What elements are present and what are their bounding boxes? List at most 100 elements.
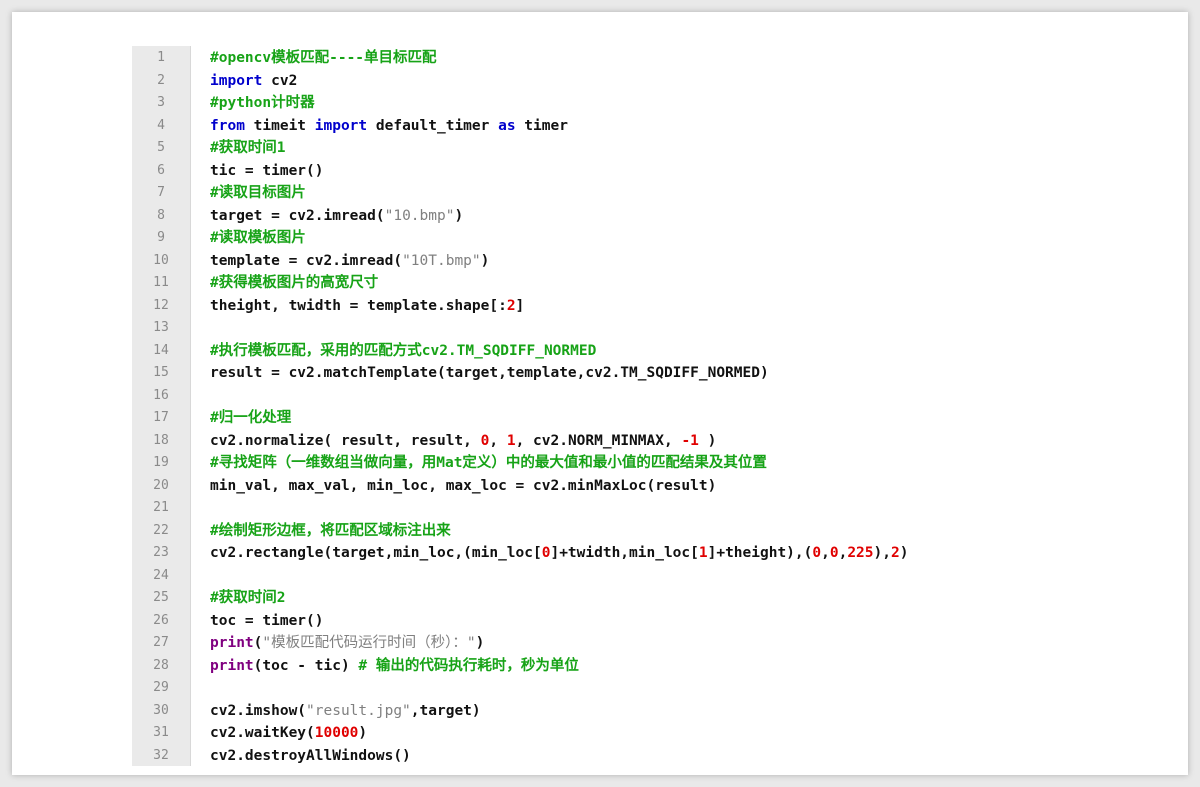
code-token: #绘制矩形边框，将匹配区域标注出来 [210,522,451,539]
code-line[interactable]: 12 theight, twidth = template.shape[:2] [132,295,1112,318]
code-token: min_val, max_val, min_loc, max_loc = cv2… [210,477,717,494]
code-token: ) [698,432,717,449]
line-number: 7 [157,185,165,200]
code-line[interactable]: 21 [132,497,1112,520]
code-line[interactable]: 2 import cv2 [132,70,1112,93]
code-line[interactable]: 20 min_val, max_val, min_loc, max_loc = c… [132,475,1112,498]
line-number: 6 [157,162,165,178]
code-line[interactable]: 5 #获取时间1 [132,137,1112,160]
code-line[interactable]: 15 result = cv2.matchTemplate(target,temp… [132,362,1112,385]
code-lines: 1 #opencv模板匹配----单目标匹配 2 import cv2 3 #python… [132,47,1112,767]
code-line[interactable]: 24 [132,565,1112,588]
code-token: timeit [244,117,315,134]
code-text: cv2.imshow("result.jpg",target) [210,700,481,723]
code-line[interactable]: 32 cv2.destroyAllWindows() [132,745,1112,768]
code-token: #归一化处理 [210,410,292,426]
code-line[interactable]: 4 from timeit import default_timer as tim… [132,115,1112,138]
code-line[interactable]: 3 #python计时器 [132,92,1112,115]
code-token: 2 [506,297,516,314]
code-token: # 输出的代码执行耗时，秒为单位 [358,657,579,674]
code-token: #获取时间1 [210,140,286,156]
line-number: 9 [157,230,165,245]
code-token: ] [515,297,525,314]
code-token: toc = timer() [210,612,324,629]
code-editor[interactable]: 1 #opencv模板匹配----单目标匹配 2 import cv2 3 #python… [132,46,1112,766]
code-token: ) [358,725,368,741]
code-line[interactable]: 19 #寻找矩阵（一维数组当做向量，用Mat定义）中的最大值和最小值的匹配结果及其… [132,452,1112,475]
code-text: #执行模板匹配，采用的匹配方式cv2.TM_SQDIFF_NORMED [210,340,596,363]
line-number: 1 [157,50,165,65]
code-line[interactable]: 17 #归一化处理 [132,407,1112,430]
code-line[interactable]: 23 cv2.rectangle(target,min_loc,(min_loc[… [132,542,1112,565]
line-number: 32 [153,747,169,763]
code-token: #python计时器 [210,95,315,111]
code-token: cv2.rectangle(target,min_loc,(min_loc[ [210,545,542,561]
code-token: cv2.normalize( result, result, [210,432,481,449]
code-token: tic = timer() [210,162,324,179]
code-line[interactable]: 13 [132,317,1112,340]
code-token: "模板匹配代码运行时间（秒）：" [262,635,476,651]
code-line[interactable]: 18 cv2.normalize( result, result, 0, 1, c… [132,430,1112,453]
line-number: 24 [153,567,169,583]
code-line[interactable]: 28 print(toc - tic) # 输出的代码执行耗时，秒为单位 [132,655,1112,678]
code-line[interactable]: 10 template = cv2.imread("10T.bmp") [132,250,1112,273]
code-token: ]+twidth,min_loc[ [550,545,699,561]
code-token: ) [480,252,490,269]
line-number: 14 [153,342,169,358]
line-number: 26 [153,612,169,628]
code-line[interactable]: 8 target = cv2.imread("10.bmp") [132,205,1112,228]
line-number: 27 [153,635,169,650]
code-line[interactable]: 30 cv2.imshow("result.jpg",target) [132,700,1112,723]
code-line[interactable]: 16 [132,385,1112,408]
code-line[interactable]: 26 toc = timer() [132,610,1112,633]
code-text: min_val, max_val, min_loc, max_loc = cv2… [210,475,716,498]
line-number: 23 [153,545,169,560]
line-number: 21 [153,500,169,515]
code-line[interactable]: 25 #获取时间2 [132,587,1112,610]
code-token: template = cv2.imread( [210,252,403,269]
code-token: ,target) [410,702,481,719]
screenshot-frame: 1 #opencv模板匹配----单目标匹配 2 import cv2 3 #python… [12,12,1188,775]
code-token: 10000 [314,725,359,741]
code-line[interactable]: 27 print("模板匹配代码运行时间（秒）：") [132,632,1112,655]
code-text: #归一化处理 [210,407,291,430]
line-number: 12 [153,297,169,313]
code-token: "result.jpg" [306,702,411,719]
code-token: theight, twidth = template.shape[: [210,297,507,314]
line-number: 4 [157,117,165,133]
code-token: ) [454,207,464,224]
code-token: #读取目标图片 [210,185,306,201]
code-token: #寻找矩阵（一维数组当做向量，用Mat定义）中的最大值和最小值的匹配结果及其位置 [210,455,767,471]
code-token: ) [899,545,909,561]
code-line[interactable]: 14 #执行模板匹配，采用的匹配方式cv2.TM_SQDIFF_NORMED [132,340,1112,363]
code-token: 0 [829,545,839,561]
code-text: cv2.normalize( result, result, 0, 1, cv2… [210,430,716,453]
code-line[interactable]: 22 #绘制矩形边框，将匹配区域标注出来 [132,520,1112,543]
code-text: target = cv2.imread("10.bmp") [210,205,463,228]
code-text: print("模板匹配代码运行时间（秒）：") [210,632,484,655]
code-line[interactable]: 29 [132,677,1112,700]
code-token: timer [515,117,568,134]
code-text: #获取时间1 [210,137,285,160]
code-line[interactable]: 11 #获得模板图片的高宽尺寸 [132,272,1112,295]
code-token: , cv2.NORM_MINMAX, [515,432,682,449]
code-token: #执行模板匹配，采用的匹配方式cv2.TM_SQDIFF_NORMED [210,342,597,359]
code-line[interactable]: 6 tic = timer() [132,160,1112,183]
line-number: 18 [153,432,169,448]
code-text: #读取目标图片 [210,182,306,205]
code-text: import cv2 [210,70,297,93]
code-text: cv2.waitKey(10000) [210,722,367,745]
code-line[interactable]: 1 #opencv模板匹配----单目标匹配 [132,47,1112,70]
line-number: 31 [153,725,169,740]
line-number: 11 [153,275,169,290]
line-number: 30 [153,702,169,718]
code-text: #绘制矩形边框，将匹配区域标注出来 [210,520,451,543]
code-line[interactable]: 31 cv2.waitKey(10000) [132,722,1112,745]
code-line[interactable]: 9 #读取模板图片 [132,227,1112,250]
code-line[interactable]: 7 #读取目标图片 [132,182,1112,205]
code-token: target = cv2.imread( [210,207,385,224]
code-token: -1 [681,432,699,449]
code-token: ), [873,545,891,561]
code-token: ]+theight),( [707,545,813,561]
line-number: 25 [153,590,169,605]
